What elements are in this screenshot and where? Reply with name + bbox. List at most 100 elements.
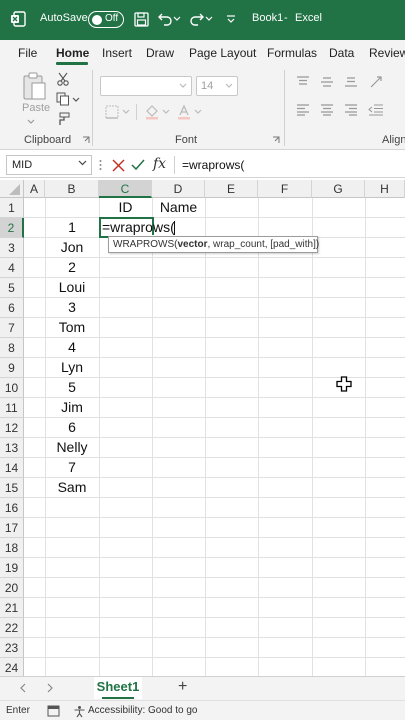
row-header-18[interactable]: 18 (0, 538, 24, 558)
cell-b15[interactable]: Sam (45, 477, 99, 497)
enter-check-icon[interactable] (130, 157, 146, 173)
row-header-24[interactable]: 24 (0, 658, 24, 678)
cell-b6[interactable]: 3 (45, 297, 99, 317)
formula-input[interactable]: =wraprows( (182, 158, 244, 172)
name-box[interactable]: MID (6, 155, 92, 175)
cell-b8[interactable]: 4 (45, 337, 99, 357)
tab-insert[interactable]: Insert (102, 46, 132, 60)
cell-b2[interactable]: 1 (45, 217, 99, 237)
row-header-1[interactable]: 1 (0, 198, 24, 218)
cell-b5[interactable]: Loui (45, 277, 99, 297)
row-header-16[interactable]: 16 (0, 498, 24, 518)
accessibility-status[interactable]: Accessibility: Good to go (88, 705, 198, 716)
tab-page-layout[interactable]: Page Layout (189, 46, 256, 60)
font-color-icon[interactable] (176, 104, 192, 120)
align-middle-icon[interactable] (320, 76, 334, 88)
copy-icon[interactable] (56, 92, 70, 106)
cell-c1[interactable]: ID (99, 197, 152, 217)
row-header-14[interactable]: 14 (0, 458, 24, 478)
align-left-icon[interactable] (296, 104, 310, 116)
function-tooltip[interactable]: WRAPROWS(vector, wrap_count, [pad_with]) (108, 236, 319, 253)
row-header-3[interactable]: 3 (0, 238, 24, 258)
scroll-sheets-left-icon[interactable] (16, 682, 28, 694)
column-header-b[interactable]: B (45, 180, 99, 198)
redo-dropdown-chevron-icon[interactable] (204, 10, 214, 28)
fill-color-icon[interactable] (144, 104, 160, 120)
align-right-icon[interactable] (344, 104, 358, 116)
font-name-box[interactable] (100, 76, 192, 96)
row-header-11[interactable]: 11 (0, 398, 24, 418)
cell-d1[interactable]: Name (152, 197, 205, 217)
active-cell-text[interactable]: =wraprows( (102, 219, 175, 236)
row-header-15[interactable]: 15 (0, 478, 24, 498)
cell-b10[interactable]: 5 (45, 377, 99, 397)
tab-data[interactable]: Data (329, 46, 354, 60)
row-header-19[interactable]: 19 (0, 558, 24, 578)
row-header-20[interactable]: 20 (0, 578, 24, 598)
row-header-7[interactable]: 7 (0, 318, 24, 338)
cell-b7[interactable]: Tom (45, 317, 99, 337)
paste-icon[interactable] (22, 72, 48, 102)
row-header-13[interactable]: 13 (0, 438, 24, 458)
copy-chevron-icon[interactable] (72, 96, 80, 104)
align-top-icon[interactable] (296, 76, 310, 88)
scroll-sheets-right-icon[interactable] (44, 682, 56, 694)
decrease-indent-icon[interactable] (368, 104, 384, 116)
cancel-icon[interactable] (110, 157, 126, 173)
column-header-d[interactable]: D (152, 180, 205, 198)
column-header-c[interactable]: C (99, 180, 152, 198)
row-header-9[interactable]: 9 (0, 358, 24, 378)
borders-icon[interactable] (104, 104, 120, 120)
row-header-10[interactable]: 10 (0, 378, 24, 398)
tab-review[interactable]: Review (369, 46, 405, 60)
cell-b4[interactable]: 2 (45, 257, 99, 277)
font-color-chevron-icon[interactable] (194, 109, 202, 115)
row-header-4[interactable]: 4 (0, 258, 24, 278)
tab-formulas[interactable]: Formulas (267, 46, 317, 60)
cut-icon[interactable] (56, 72, 70, 86)
align-bottom-icon[interactable] (344, 76, 358, 88)
format-painter-icon[interactable] (56, 112, 70, 126)
row-header-5[interactable]: 5 (0, 278, 24, 298)
row-header-17[interactable]: 17 (0, 518, 24, 538)
row-header-2[interactable]: 2 (0, 218, 24, 238)
clipboard-launcher-icon[interactable] (82, 136, 90, 144)
font-size-box[interactable]: 14 (196, 76, 238, 96)
tab-file[interactable]: File (18, 46, 37, 60)
row-header-23[interactable]: 23 (0, 638, 24, 658)
customize-toolbar-icon[interactable] (222, 10, 240, 28)
cell-b9[interactable]: Lyn (45, 357, 99, 377)
orientation-icon[interactable] (368, 74, 384, 90)
row-header-12[interactable]: 12 (0, 418, 24, 438)
tab-home[interactable]: Home (56, 46, 89, 60)
column-header-a[interactable]: A (24, 180, 45, 198)
column-header-f[interactable]: F (258, 180, 312, 198)
borders-chevron-icon[interactable] (122, 109, 130, 115)
cell-b11[interactable]: Jim (45, 397, 99, 417)
cell-b12[interactable]: 6 (45, 417, 99, 437)
undo-dropdown-chevron-icon[interactable] (172, 10, 182, 28)
row-header-22[interactable]: 22 (0, 618, 24, 638)
cell-b14[interactable]: 7 (45, 457, 99, 477)
cell-b13[interactable]: Nelly (45, 437, 99, 457)
column-header-e[interactable]: E (205, 180, 258, 198)
align-center-icon[interactable] (320, 104, 334, 116)
fill-color-chevron-icon[interactable] (162, 109, 170, 115)
formula-bar-grip-icon[interactable] (98, 157, 102, 173)
column-header-h[interactable]: H (365, 180, 405, 198)
insert-function-icon[interactable]: fx (153, 156, 166, 172)
font-launcher-icon[interactable] (272, 136, 280, 144)
autosave-toggle[interactable]: Off (88, 11, 124, 28)
sheet-tab-sheet1[interactable]: Sheet1 (94, 677, 142, 699)
select-all-corner[interactable] (0, 180, 24, 198)
row-header-8[interactable]: 8 (0, 338, 24, 358)
row-header-6[interactable]: 6 (0, 298, 24, 318)
column-header-g[interactable]: G (312, 180, 365, 198)
save-icon[interactable] (132, 10, 150, 28)
macro-recording-icon[interactable] (46, 704, 60, 718)
active-cell-c2[interactable]: =wraprows( (99, 217, 175, 238)
accessibility-icon[interactable] (72, 704, 86, 718)
cell-b3[interactable]: Jon (45, 237, 99, 257)
tab-draw[interactable]: Draw (146, 46, 174, 60)
add-sheet-button[interactable]: + (178, 678, 187, 696)
